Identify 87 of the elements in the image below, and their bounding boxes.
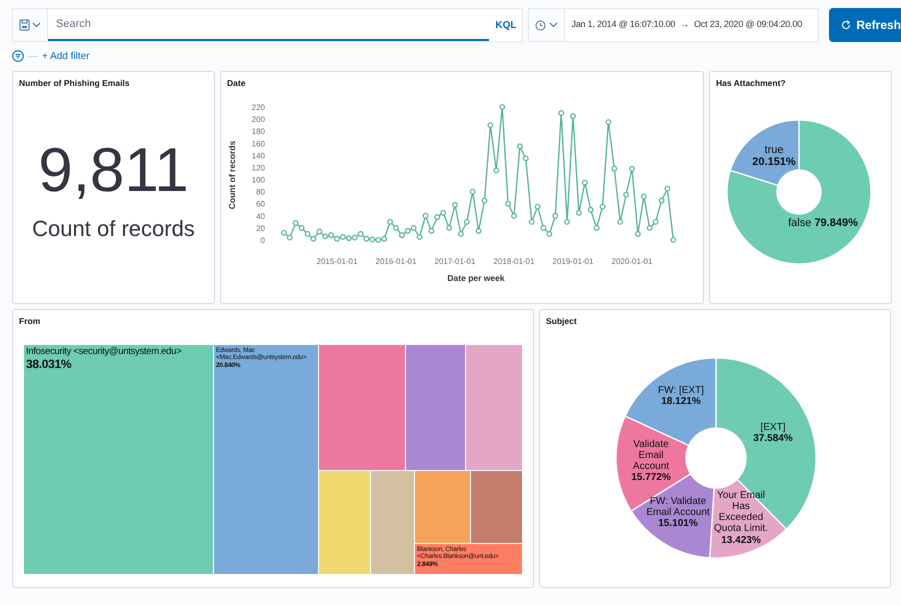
filter-icon[interactable]: [12, 50, 24, 62]
data-point: [488, 122, 494, 128]
data-point: [635, 230, 641, 237]
slice-label: FW: [EXT] 18.121%: [658, 384, 704, 408]
data-point: [528, 218, 535, 225]
data-point: [482, 198, 488, 204]
data-point: [470, 188, 476, 194]
refresh-button[interactable]: Refresh: [829, 8, 901, 42]
data-point: [606, 118, 612, 125]
data-point: [664, 185, 670, 192]
x-tick-label: 2019-01-01: [552, 256, 594, 266]
data-point: [522, 155, 529, 162]
kql-button[interactable]: KQL: [489, 9, 522, 41]
data-point: [517, 143, 523, 149]
y-axis-title: Count of records: [227, 140, 237, 209]
data-point: [600, 204, 606, 210]
data-point: [623, 192, 629, 198]
save-icon: [19, 19, 30, 31]
range-arrow: →: [680, 18, 689, 32]
refresh-icon: [841, 20, 852, 30]
data-point: [570, 112, 576, 119]
x-axis-title: Date per week: [447, 272, 505, 283]
y-tick-label: 200: [252, 114, 265, 124]
y-tick-label: 0: [260, 236, 265, 245]
metric-value: 9,811: [38, 140, 189, 202]
y-tick-label: 100: [252, 175, 265, 184]
data-point: [588, 206, 594, 212]
data-point: [458, 230, 464, 237]
panel-title: From: [18, 315, 42, 328]
metric-label: Count of records: [32, 214, 195, 243]
y-tick-label: 20: [256, 224, 265, 233]
y-tick-label: 80: [256, 187, 265, 196]
panel-title: Number of Phishing Emails: [18, 77, 131, 90]
slice-label: FW: Validate Email Account 15.101%: [645, 496, 711, 530]
data-point: [640, 193, 647, 200]
chevron-down-icon: [549, 22, 558, 28]
date-picker-button[interactable]: [529, 9, 566, 41]
data-point: [452, 202, 458, 208]
tile-label: Infosecurity <security@untsystem.edu> 38.031%: [26, 346, 182, 372]
panel-title: Date: [226, 77, 246, 90]
filter-separator: —: [28, 50, 38, 64]
y-tick-label: 140: [252, 151, 265, 160]
y-tick-label: 120: [252, 163, 265, 172]
data-point: [476, 228, 482, 234]
data-point: [582, 179, 588, 186]
data-point: [534, 204, 540, 210]
data-point: [428, 228, 434, 234]
y-tick-label: 180: [252, 126, 265, 136]
start-date[interactable]: Jan 1, 2014 @ 16:07:10.00: [571, 18, 676, 32]
data-point: [670, 236, 676, 243]
data-point: [464, 218, 470, 225]
data-point: [552, 212, 558, 218]
data-point: [576, 210, 582, 216]
data-point: [422, 212, 428, 218]
data-point: [505, 200, 511, 206]
x-tick-label: 2020-01-01: [612, 256, 652, 266]
y-tick-label: 160: [252, 139, 265, 148]
saved-query-button[interactable]: [13, 9, 48, 41]
x-tick-label: 2015-01-01: [316, 256, 358, 266]
end-date[interactable]: Oct 23, 2020 @ 09:04:20.00: [694, 18, 802, 32]
chevron-down-icon: [32, 22, 41, 28]
data-point: [558, 110, 564, 116]
y-tick-label: 40: [256, 212, 265, 221]
slice-label: false 79.849%: [787, 216, 859, 230]
data-point: [629, 166, 635, 172]
x-tick-label: 2016-01-01: [376, 256, 416, 266]
slice-label: Validate Email Account 15.772%: [630, 438, 672, 484]
slice-label: true 20.151%: [751, 144, 797, 168]
data-point: [658, 198, 664, 204]
data-point: [564, 218, 570, 225]
data-point: [499, 104, 506, 110]
add-filter-link[interactable]: + Add filter: [42, 48, 90, 64]
panel-title: Subject: [545, 315, 578, 328]
data-point: [511, 212, 517, 218]
data-point: [594, 224, 600, 231]
data-point: [611, 166, 618, 172]
y-tick-label: 220: [252, 102, 265, 112]
x-tick-label: 2018-01-01: [494, 256, 534, 266]
clock-icon: [535, 20, 546, 30]
data-point: [446, 224, 452, 231]
data-point: [416, 234, 422, 240]
y-tick-label: 60: [256, 199, 265, 208]
data-point: [493, 167, 500, 174]
data-point: [617, 218, 624, 225]
x-tick-label: 2017-01-01: [434, 256, 476, 266]
slice-label: [EXT] 37.584%: [752, 422, 794, 444]
panel-title: Has Attachment?: [715, 77, 787, 90]
